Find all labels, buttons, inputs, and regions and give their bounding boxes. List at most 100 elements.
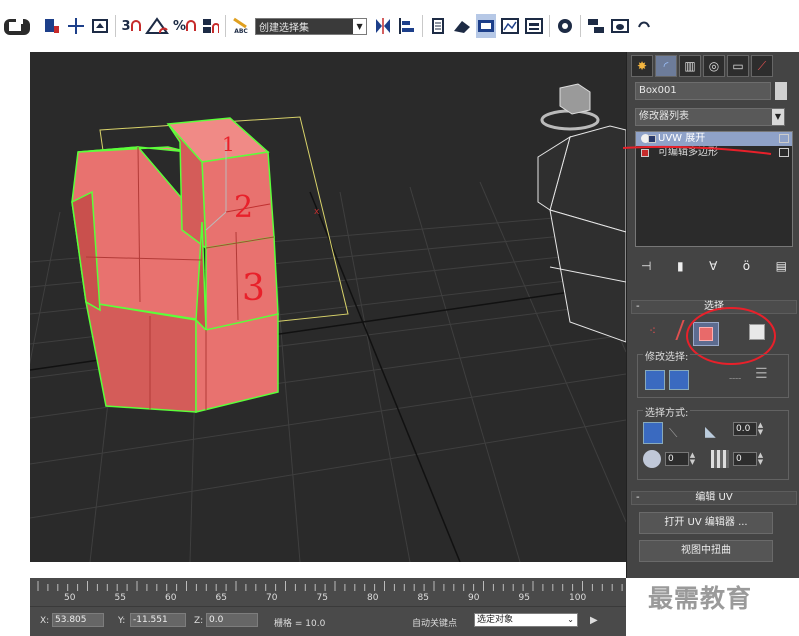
app-menu-icon[interactable] xyxy=(2,14,36,38)
chevron-down-icon: ⌄ xyxy=(567,615,574,624)
select-link-icon[interactable] xyxy=(42,14,62,38)
set-key-icon[interactable]: ▶ xyxy=(590,615,598,626)
show-end-result-icon[interactable]: ▮ xyxy=(677,259,684,273)
layer-manager-icon[interactable] xyxy=(428,14,448,38)
remove-modifier-icon[interactable]: ö xyxy=(743,259,750,273)
perspective-viewport[interactable]: x 1 2 3 xyxy=(30,52,626,562)
timeline-label: 65 xyxy=(215,593,227,603)
vertex-mode-icon[interactable]: ⁖ xyxy=(649,324,656,338)
percent-snap-label: % xyxy=(173,18,187,34)
percent-snap-button[interactable]: % xyxy=(173,14,197,38)
spinner-arrows-icon[interactable]: ▲ ▼ xyxy=(689,452,696,466)
watermark-logo: 最需教育 xyxy=(648,584,753,613)
tab-hierarchy[interactable]: ▥ xyxy=(679,55,701,77)
x-coordinate-field[interactable]: 53.805 xyxy=(52,613,104,627)
snap-3d-label: 3 xyxy=(121,18,131,34)
selection-method-label: 选择方式: xyxy=(643,404,691,419)
make-unique-icon[interactable]: ∀ xyxy=(709,259,717,273)
spinner-b[interactable]: 0 ▲ ▼ xyxy=(733,452,764,466)
move-icon[interactable] xyxy=(66,14,86,38)
ribbon-icon[interactable] xyxy=(452,14,472,38)
key-filter-dropdown[interactable]: 选定对象 ⌄ xyxy=(474,613,578,627)
spinner-b-value[interactable]: 0 xyxy=(733,452,757,466)
loop-icon[interactable]: ╌╌ xyxy=(729,374,741,385)
shrink-selection-icon[interactable] xyxy=(669,370,689,390)
hierarchy-icon: ▥ xyxy=(684,59,696,73)
teapot-render-icon[interactable] xyxy=(610,14,630,38)
spinner-a[interactable]: 0 ▲ ▼ xyxy=(665,452,696,466)
viewport-scene: x xyxy=(30,83,626,562)
tab-motion[interactable]: ◎ xyxy=(703,55,725,77)
abc-label: ABC xyxy=(234,28,248,35)
schematic-view-icon[interactable] xyxy=(500,14,520,38)
command-panel-tabs: ✸ ◜ ▥ ◎ ▭ ⟋ xyxy=(631,55,775,77)
main-toolbar: 3 % ABC 创建选择集 ▼ xyxy=(0,0,799,52)
timeline-label: 85 xyxy=(417,593,429,603)
spinner-snap-icon[interactable] xyxy=(200,14,220,38)
selection-set-value: 创建选择集 xyxy=(259,23,310,34)
material-editor-icon[interactable] xyxy=(524,14,544,38)
command-panel: ✸ ◜ ▥ ◎ ▭ ⟋ Box001 修改器列表 ▼ UVW 展开 可编辑多边形… xyxy=(623,52,799,578)
render-production-icon[interactable] xyxy=(634,14,654,38)
tweak-in-view-button[interactable]: 视图中扭曲 xyxy=(639,540,773,562)
object-name-field[interactable]: Box001 xyxy=(635,82,771,100)
auto-key-label: 自动关键点 xyxy=(412,619,458,629)
mirror-icon[interactable] xyxy=(373,14,393,38)
modify-selection-label: 修改选择: xyxy=(643,348,691,363)
rollout-edit-uv-header[interactable]: - 编辑 UV xyxy=(631,491,797,505)
z-coordinate-field[interactable]: 0.0 xyxy=(206,613,258,627)
spinner-arrows-icon[interactable]: ▲ ▼ xyxy=(757,452,764,466)
angle-value[interactable]: 0.0 xyxy=(733,422,757,436)
bind-icon[interactable] xyxy=(90,14,110,38)
configure-sets-icon[interactable]: ▤ xyxy=(776,259,787,273)
spinner-arrows-icon[interactable]: ▲ ▼ xyxy=(757,422,764,436)
timeline-ticks xyxy=(37,581,623,591)
render-setup-icon[interactable] xyxy=(555,14,575,38)
collapse-icon: - xyxy=(636,492,640,503)
y-label: Y: xyxy=(118,616,126,626)
snap-3d-button[interactable]: 3 xyxy=(121,14,141,38)
select-by-element-icon[interactable] xyxy=(643,422,663,444)
tab-display[interactable]: ▭ xyxy=(727,55,749,77)
timeline-label: 60 xyxy=(165,593,177,603)
timeline-label: 50 xyxy=(64,593,76,603)
curve-editor-icon[interactable] xyxy=(476,14,497,38)
hammer-icon: ⟋ xyxy=(757,58,767,73)
expand-icon[interactable] xyxy=(648,135,656,143)
tab-utilities[interactable]: ⟋ xyxy=(751,55,773,77)
open-uv-editor-button[interactable]: 打开 UV 编辑器 ... xyxy=(639,512,773,534)
tab-modify[interactable]: ◜ xyxy=(655,55,677,77)
timeline-label: 75 xyxy=(316,593,328,603)
select-by-angle-icon[interactable] xyxy=(643,450,661,468)
timeline-label: 95 xyxy=(518,593,530,603)
modifier-list-dropdown[interactable]: 修改器列表 ▼ xyxy=(635,108,785,126)
x-label: X: xyxy=(40,616,50,626)
left-bottom-margin xyxy=(0,578,30,636)
angle-spinner[interactable]: 0.0 ▲ ▼ xyxy=(733,422,764,436)
align-icon[interactable] xyxy=(397,14,417,38)
tab-create[interactable]: ✸ xyxy=(631,55,653,77)
edit-named-sets-icon[interactable]: ABC xyxy=(231,14,251,38)
planar-angle-icon[interactable]: ◣ xyxy=(705,424,716,440)
rendered-frame-icon[interactable] xyxy=(586,14,606,38)
pin-stack-icon[interactable]: ⊣ xyxy=(641,259,651,273)
checker-icon[interactable] xyxy=(711,450,729,468)
instance-icon xyxy=(779,134,789,143)
named-selection-set-dropdown[interactable]: 创建选择集 ▼ xyxy=(255,18,368,35)
status-bar: X: 53.805 Y: -11.551 Z: 0.0 栅格 = 10.0 自动… xyxy=(30,606,626,636)
timeline-label: 80 xyxy=(367,593,379,603)
timeline-label: 90 xyxy=(468,593,480,603)
stack-toolbar: ⊣ ▮ ∀ ö ▤ xyxy=(635,257,793,275)
ignore-backfacing-icon[interactable]: ⟍ xyxy=(669,426,677,441)
time-slider-track[interactable]: 50 55 60 65 70 75 80 85 90 95 100 xyxy=(30,578,626,606)
object-color-swatch[interactable] xyxy=(775,82,787,100)
spinner-a-value[interactable]: 0 xyxy=(665,452,689,466)
grow-selection-icon[interactable] xyxy=(645,370,665,390)
z-label: Z: xyxy=(194,616,204,626)
sun-icon: ✸ xyxy=(636,59,648,73)
ring-icon[interactable]: ☰ xyxy=(755,366,768,382)
y-coordinate-field[interactable]: -11.551 xyxy=(130,613,186,627)
angle-snap-icon[interactable] xyxy=(145,14,169,38)
timeline-label: 55 xyxy=(114,593,126,603)
chevron-down-icon: ▼ xyxy=(772,109,784,125)
